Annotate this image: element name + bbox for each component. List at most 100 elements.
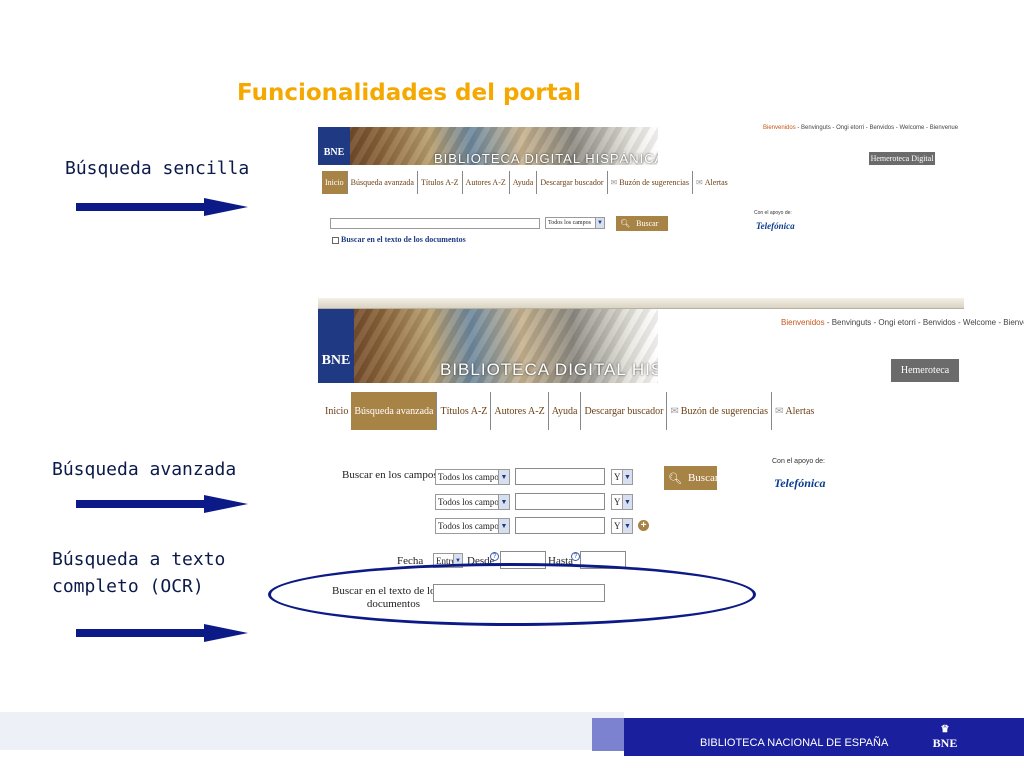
arrow-right-icon <box>76 198 248 216</box>
tab-ayuda[interactable]: Ayuda <box>508 171 537 194</box>
browser-strip <box>318 298 964 309</box>
lang-link[interactable]: Benvinguts <box>801 125 831 131</box>
highlight-ellipse <box>268 563 756 626</box>
label-ocr-line2: completo (OCR) <box>52 576 204 597</box>
portal-banner: BNE BIBLIOTECA DIGITAL HISPÁNICA <box>318 127 658 165</box>
lang-link[interactable]: Bienvenue <box>930 125 958 131</box>
footer-logo-text: BNE <box>932 736 958 750</box>
banner-title: BIBLIOTECA DIGITAL HISPÁNICA <box>440 360 658 379</box>
sponsor-text: Con el apoyo de: <box>772 458 825 465</box>
tab-titulos[interactable]: Títulos A-Z <box>416 171 462 194</box>
buscar-button[interactable]: 🔍︎ Buscar <box>664 466 719 490</box>
footer-accent-square <box>592 718 624 751</box>
tab-alertas[interactable]: ✉ Alertas <box>691 171 731 194</box>
alert-mail-icon: ✉ <box>775 405 784 417</box>
bne-logo: BNE <box>318 127 350 165</box>
chevron-down-icon: ▼ <box>595 218 604 228</box>
field-select[interactable]: Todos los campos ▼ <box>545 217 605 229</box>
footer-band <box>0 712 624 750</box>
tab-ayuda[interactable]: Ayuda <box>547 392 581 430</box>
tab-inicio[interactable]: Inicio <box>322 392 351 430</box>
lang-link[interactable]: Bienvenidos <box>763 125 796 131</box>
help-icon[interactable]: ? <box>571 552 580 561</box>
chevron-down-icon: ▼ <box>498 470 509 484</box>
lang-link[interactable]: Benvinguts <box>832 318 872 327</box>
fulltext-checkbox-label: Buscar en el texto de los documentos <box>341 235 466 244</box>
bne-logo: BNE <box>318 309 354 383</box>
tab-titulos[interactable]: Títulos A-Z <box>436 392 490 430</box>
operator-value: Y <box>614 497 621 507</box>
arrow-right-icon <box>76 495 248 513</box>
tab-label: Buzón de sugerencias <box>619 178 689 187</box>
operator-select-1[interactable]: Y ▼ <box>611 469 633 485</box>
lang-link[interactable]: Ongi etorri <box>878 318 915 327</box>
term-input-2[interactable] <box>515 493 605 510</box>
lang-separator: - <box>824 318 832 327</box>
field-select-value: Todos los campos <box>438 472 503 482</box>
arrow-right-icon <box>76 624 248 642</box>
operator-value: Y <box>614 472 621 482</box>
lang-link[interactable]: Welcome <box>963 318 996 327</box>
tab-inicio[interactable]: Inicio <box>322 171 347 194</box>
label-advanced-search: Búsqueda avanzada <box>52 459 237 480</box>
buscar-label: Buscar <box>687 472 719 484</box>
fulltext-checkbox[interactable] <box>332 237 339 244</box>
field-select-value: Todos los campos <box>438 497 503 507</box>
field-select-1[interactable]: Todos los campos ▼ <box>435 469 510 485</box>
lang-link[interactable]: Ongi etorri <box>836 125 864 131</box>
footer-text: BIBLIOTECA NACIONAL DE ESPAÑA <box>700 737 889 749</box>
chevron-down-icon: ▼ <box>498 495 509 509</box>
language-bar[interactable]: Bienvenidos - Benvinguts - Ongi etorri -… <box>781 318 1024 327</box>
lang-link[interactable]: Bienvenue <box>1003 318 1024 327</box>
term-input-3[interactable] <box>515 517 605 534</box>
lang-link[interactable]: Bienvenidos <box>781 318 825 327</box>
lang-link[interactable]: Welcome <box>899 125 924 131</box>
tab-label: Alertas <box>704 178 728 187</box>
tab-descargar-buscador[interactable]: Descargar buscador <box>536 171 606 194</box>
buscar-label: Buscar <box>636 219 659 228</box>
alert-mail-icon: ✉ <box>695 178 703 187</box>
simple-search-screenshot: BNE BIBLIOTECA DIGITAL HISPÁNICA Bienven… <box>318 120 964 260</box>
lang-separator: - <box>915 318 923 327</box>
field-select-value: Todos los campos <box>548 220 591 226</box>
nav-tabs: Inicio Búsqueda avanzada Títulos A-Z Aut… <box>322 171 731 194</box>
field-select-2[interactable]: Todos los campos ▼ <box>435 494 510 510</box>
buscar-button[interactable]: 🔍︎ Buscar <box>616 216 668 231</box>
language-bar[interactable]: Bienvenidos - Benvinguts - Ongi etorri -… <box>763 125 958 131</box>
chevron-down-icon: ▼ <box>622 519 632 533</box>
chevron-down-icon: ▼ <box>622 470 632 484</box>
tab-buzon[interactable]: ✉ Buzón de sugerencias <box>606 171 692 194</box>
add-row-icon[interactable]: + <box>638 520 649 531</box>
portal-banner: BNE BIBLIOTECA DIGITAL HISPÁNICA <box>318 309 658 383</box>
tab-descargar-buscador[interactable]: Descargar buscador <box>580 392 666 430</box>
tab-autores[interactable]: Autores A-Z <box>461 171 509 194</box>
label-simple-search: Búsqueda sencilla <box>65 158 250 179</box>
field-select-3[interactable]: Todos los campos ▼ <box>435 518 510 534</box>
tab-alertas[interactable]: ✉ Alertas <box>771 392 817 430</box>
nav-tabs: Inicio Búsqueda avanzada Títulos A-Z Aut… <box>322 392 817 430</box>
hemeroteca-button[interactable]: Hemeroteca Digital <box>869 152 935 165</box>
mail-icon: ✉ <box>670 405 679 417</box>
operator-select-3[interactable]: Y ▼ <box>611 518 633 534</box>
tab-busqueda-avanzada[interactable]: Búsqueda avanzada <box>346 171 417 194</box>
banner-title: BIBLIOTECA DIGITAL HISPÁNICA <box>434 151 658 165</box>
simple-search-input[interactable] <box>330 218 540 229</box>
slide-title: Funcionalidades del portal <box>237 80 582 106</box>
chevron-down-icon: ▼ <box>622 495 632 509</box>
operator-value: Y <box>614 521 621 531</box>
lang-separator: - <box>955 318 963 327</box>
hemeroteca-button[interactable]: Hemeroteca Digital <box>891 359 959 399</box>
tab-busqueda-avanzada[interactable]: Búsqueda avanzada <box>351 392 437 430</box>
tab-autores[interactable]: Autores A-Z <box>490 392 547 430</box>
lang-link[interactable]: Benvidos <box>869 125 894 131</box>
mail-icon: ✉ <box>610 178 618 187</box>
telefonica-logo: Telefónica <box>774 476 826 490</box>
lang-link[interactable]: Benvidos <box>923 318 956 327</box>
fields-label: Buscar en los campos <box>342 469 438 481</box>
footer-bne-logo: ♛ BNE <box>928 724 962 754</box>
help-icon[interactable]: ? <box>490 552 499 561</box>
tab-buzon[interactable]: ✉ Buzón de sugerencias <box>666 392 771 430</box>
operator-select-2[interactable]: Y ▼ <box>611 494 633 510</box>
term-input-1[interactable] <box>515 468 605 485</box>
tab-label: Alertas <box>785 405 815 417</box>
